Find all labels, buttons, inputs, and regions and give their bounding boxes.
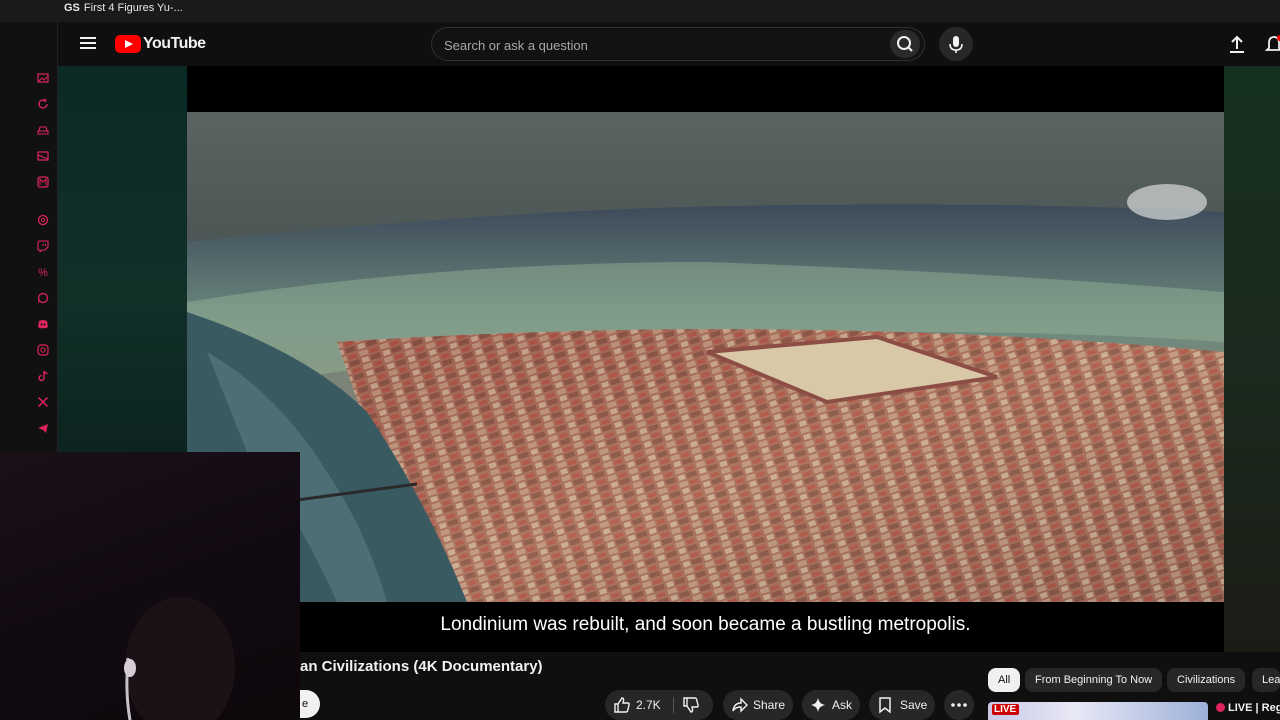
hamburger-menu-icon[interactable] bbox=[78, 34, 98, 54]
search-icon bbox=[897, 36, 913, 52]
voice-search-button[interactable] bbox=[939, 27, 973, 61]
instagram-icon[interactable] bbox=[36, 344, 50, 358]
percent-icon[interactable]: % bbox=[36, 266, 50, 280]
microphone-icon bbox=[949, 36, 963, 53]
youtube-masthead: YouTube bbox=[58, 22, 1280, 66]
upload-button[interactable] bbox=[1226, 34, 1248, 56]
bell-icon bbox=[1264, 35, 1280, 51]
video-frame-painting bbox=[187, 112, 1224, 602]
more-horizontal-icon bbox=[951, 703, 967, 707]
thumbs-up-icon bbox=[614, 697, 630, 713]
video-title: an Civilizations (4K Documentary) bbox=[300, 658, 543, 675]
live-badge: LIVE bbox=[992, 704, 1020, 715]
ask-label: Ask bbox=[832, 698, 853, 712]
discord-icon[interactable] bbox=[36, 318, 50, 332]
browser-tab[interactable]: GS First 4 Figures Yu-... bbox=[64, 2, 183, 14]
youtube-logo[interactable]: YouTube bbox=[115, 34, 206, 54]
search-button[interactable] bbox=[890, 30, 920, 58]
m-badge-icon[interactable] bbox=[36, 176, 50, 190]
tab-title: First 4 Figures Yu-... bbox=[83, 2, 183, 14]
browser-tab-strip: GS First 4 Figures Yu-... bbox=[0, 0, 1280, 22]
share-arrow-icon bbox=[732, 697, 748, 713]
recommendation-thumbnail[interactable]: LIVE bbox=[988, 702, 1208, 720]
like-dislike-group: 2.7K bbox=[605, 690, 713, 720]
webcam-person-silhouette bbox=[124, 597, 235, 720]
sparkle-icon bbox=[811, 698, 825, 712]
subscribe-button[interactable]: e bbox=[300, 690, 320, 718]
chip-all[interactable]: All bbox=[988, 668, 1021, 692]
more-actions-button[interactable] bbox=[944, 690, 974, 720]
dislike-button[interactable] bbox=[682, 696, 700, 717]
webcam-overlay bbox=[0, 452, 300, 720]
search-box bbox=[431, 27, 925, 61]
share-label: Share bbox=[753, 698, 786, 712]
gallery-icon[interactable] bbox=[36, 72, 50, 86]
bookmark-icon bbox=[879, 697, 891, 714]
telegram-icon[interactable] bbox=[36, 422, 50, 436]
whatsapp-icon[interactable] bbox=[36, 292, 50, 306]
recommendation-title[interactable]: LIVE | Reg bbox=[1216, 702, 1280, 714]
like-count: 2.7K bbox=[636, 698, 661, 712]
extension-sidebar: % bbox=[0, 22, 58, 452]
video-caption: Londinium was rebuilt, and soon became a… bbox=[440, 614, 971, 635]
tab-favicon-text: GS bbox=[64, 2, 80, 14]
upload-icon bbox=[1230, 35, 1244, 53]
video-frame[interactable] bbox=[187, 112, 1224, 602]
car-icon[interactable] bbox=[36, 124, 50, 138]
chip-from-beginning[interactable]: From Beginning To Now bbox=[1025, 668, 1163, 692]
twitch-icon[interactable] bbox=[36, 240, 50, 254]
like-button[interactable] bbox=[613, 696, 631, 717]
channel-avatar bbox=[1216, 703, 1225, 712]
search-input[interactable] bbox=[444, 35, 864, 55]
thumbs-down-icon bbox=[683, 697, 699, 713]
ambient-glow-left bbox=[58, 66, 187, 452]
video-player[interactable]: Londinium was rebuilt, and soon became a… bbox=[187, 66, 1224, 652]
save-label: Save bbox=[900, 698, 928, 712]
save-button[interactable]: Save bbox=[869, 690, 935, 720]
ambient-glow-right bbox=[1224, 66, 1280, 652]
notifications-button[interactable] bbox=[1264, 34, 1280, 56]
threads-icon[interactable] bbox=[36, 214, 50, 228]
ask-button[interactable]: Ask bbox=[802, 690, 860, 720]
thumbnail-art bbox=[1048, 704, 1108, 720]
tiktok-icon[interactable] bbox=[36, 370, 50, 384]
chip-civilizations[interactable]: Civilizations bbox=[1167, 668, 1246, 692]
youtube-play-icon bbox=[115, 35, 141, 53]
card-icon[interactable] bbox=[36, 150, 50, 164]
refresh-icon[interactable] bbox=[36, 98, 50, 112]
share-button[interactable]: Share bbox=[723, 690, 793, 720]
chip-partial[interactable]: Lea bbox=[1252, 668, 1280, 692]
like-divider bbox=[673, 697, 674, 713]
recommendation-title-text: LIVE | Reg bbox=[1228, 702, 1280, 714]
youtube-wordmark: YouTube bbox=[143, 35, 206, 52]
x-icon[interactable] bbox=[36, 396, 50, 410]
